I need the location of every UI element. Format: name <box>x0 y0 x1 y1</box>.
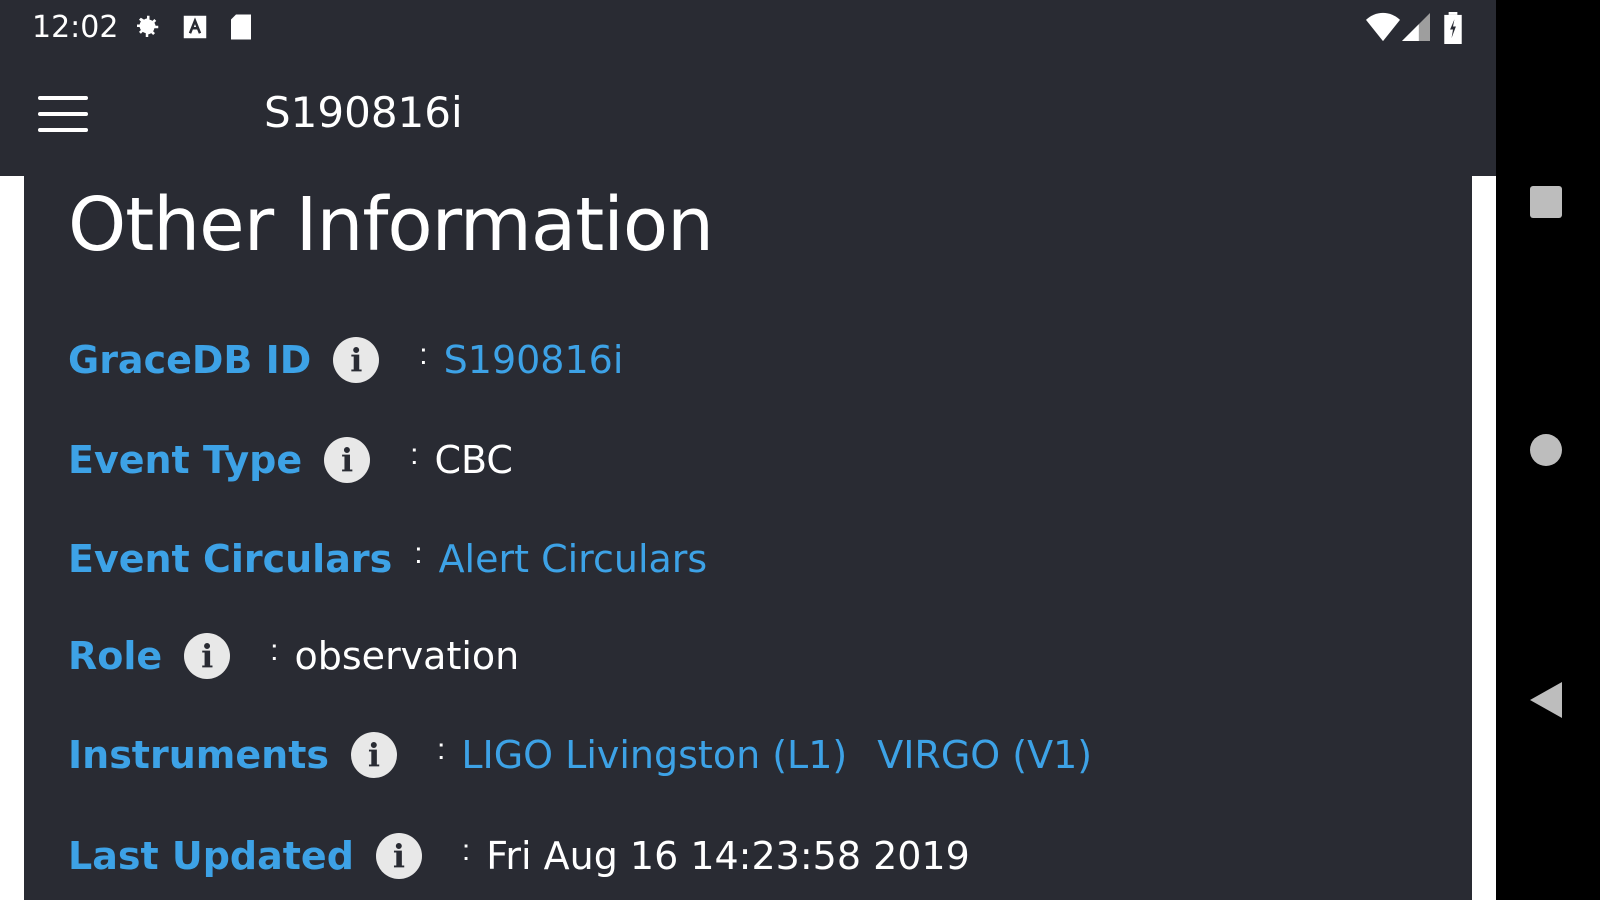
other-information-section: Other Information GraceDB ID i : S190816… <box>24 176 1472 900</box>
status-bar: 12:02 <box>0 0 1496 56</box>
row-label: Last Updated <box>68 834 354 878</box>
row-event-type: Event Type i : CBC <box>68 430 513 490</box>
section-title: Other Information <box>68 182 714 268</box>
info-icon[interactable]: i <box>324 437 371 483</box>
row-role: Role i : observation <box>68 626 519 686</box>
back-icon[interactable] <box>1530 682 1562 718</box>
gear-icon <box>132 12 162 50</box>
battery-icon <box>1444 12 1462 52</box>
instrument-link-l1[interactable]: LIGO Livingston (L1) <box>461 733 847 777</box>
separator: : <box>410 438 419 471</box>
app-title: S190816i <box>264 88 463 137</box>
recents-icon[interactable] <box>1530 186 1562 218</box>
info-icon[interactable]: i <box>184 633 231 679</box>
row-gracedb-id: GraceDB ID i : S190816i <box>68 330 653 390</box>
info-icon[interactable]: i <box>333 337 380 383</box>
alert-circulars-link[interactable]: Alert Circulars <box>439 537 708 581</box>
navigation-bar <box>1496 0 1600 900</box>
separator: : <box>270 634 279 667</box>
instrument-link-v1[interactable]: VIRGO (V1) <box>877 733 1092 777</box>
row-label: Event Type <box>68 438 303 482</box>
content-border-left <box>0 176 24 900</box>
signal-icon <box>1402 12 1430 50</box>
a-icon <box>182 12 208 50</box>
separator: : <box>419 338 428 371</box>
app-bar: S190816i <box>0 56 1496 176</box>
row-label: Role <box>68 634 163 678</box>
gracedb-id-link[interactable]: S190816i <box>444 338 624 382</box>
row-label: Event Circulars <box>68 537 393 581</box>
row-label: Instruments <box>68 733 329 777</box>
role-value: observation <box>294 634 520 678</box>
info-icon[interactable]: i <box>350 732 397 778</box>
home-icon[interactable] <box>1530 434 1562 466</box>
event-type-value: CBC <box>434 438 513 482</box>
wifi-icon <box>1366 12 1400 50</box>
phone-screen: 12:02 S190816i Other Information GraceDB <box>0 0 1496 900</box>
content-border-right <box>1472 176 1496 900</box>
row-last-updated: Last Updated i : Fri Aug 16 14:23:58 201… <box>68 826 970 886</box>
separator: : <box>461 834 471 867</box>
status-time: 12:02 <box>32 10 119 45</box>
info-icon[interactable]: i <box>375 833 422 879</box>
sd-card-icon <box>228 12 254 50</box>
last-updated-value: Fri Aug 16 14:23:58 2019 <box>486 834 970 878</box>
row-label: GraceDB ID <box>68 338 312 382</box>
separator: : <box>436 733 446 766</box>
separator: : <box>414 537 423 570</box>
row-event-circulars: Event Circulars : Alert Circulars <box>68 529 737 589</box>
menu-icon[interactable] <box>38 96 88 132</box>
row-instruments: Instruments i : LIGO Livingston (L1) VIR… <box>68 725 1122 785</box>
